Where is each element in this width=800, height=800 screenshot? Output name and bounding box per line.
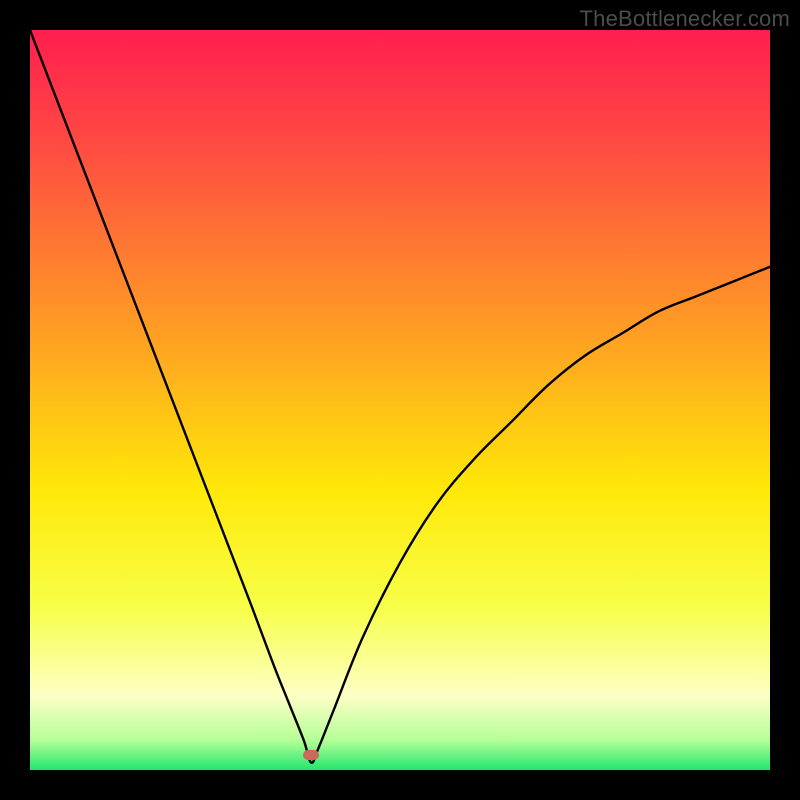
plot-frame [30, 30, 770, 770]
minimum-marker [303, 750, 319, 760]
attribution-text: TheBottlenecker.com [580, 6, 790, 32]
bottleneck-curve [30, 30, 770, 770]
